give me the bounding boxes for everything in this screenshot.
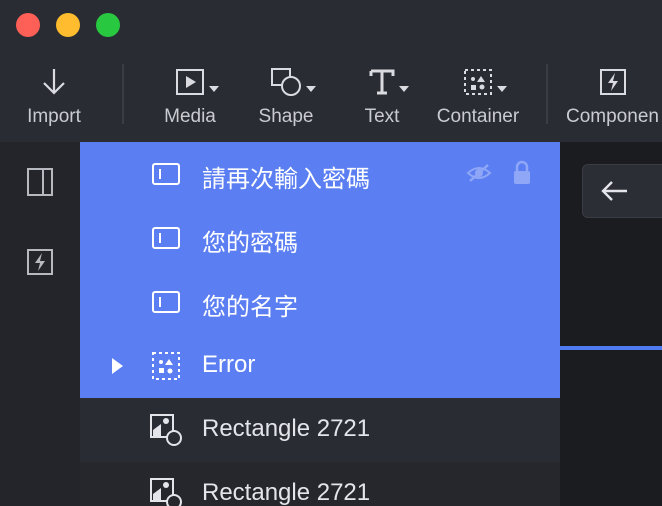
toolbar: Import Media Shape Text Container Compon…	[0, 52, 662, 143]
eye-slash-icon[interactable]	[466, 162, 492, 189]
close-window-button[interactable]	[16, 13, 40, 37]
component-label: Componen	[566, 106, 659, 127]
arrow-down-icon	[41, 64, 67, 100]
toolbar-divider	[546, 64, 548, 124]
layer-row[interactable]: 請再次輸入密碼	[80, 142, 560, 206]
chevron-down-icon	[497, 86, 507, 92]
image-shape-icon	[150, 478, 182, 506]
layer-row[interactable]: Error	[80, 334, 560, 398]
minimize-window-button[interactable]	[56, 13, 80, 37]
media-icon	[175, 64, 219, 100]
left-rail	[0, 142, 81, 506]
layer-name: Rectangle 2721	[202, 479, 371, 506]
image-shape-icon	[150, 414, 182, 446]
container-icon	[150, 350, 182, 382]
panel-layout-icon[interactable]	[24, 166, 56, 198]
media-button[interactable]: Media	[162, 64, 219, 130]
layer-name: 請再次輸入密碼	[202, 166, 370, 193]
shape-button[interactable]: Shape	[258, 64, 316, 130]
chevron-down-icon	[306, 86, 316, 92]
component-button[interactable]: Componen	[566, 64, 662, 130]
text-label: Text	[364, 106, 400, 127]
back-button[interactable]	[582, 164, 662, 218]
layer-name: 您的名字	[202, 294, 298, 321]
container-button[interactable]: Container	[436, 64, 520, 130]
layer-name: 您的密碼	[202, 230, 298, 257]
chevron-down-icon	[399, 86, 409, 92]
chevron-down-icon	[209, 86, 219, 92]
title-bar	[0, 0, 662, 52]
layers-panel: 請再次輸入密碼 您的密碼 您的名字 Error Rectangle 2721 R…	[80, 142, 560, 506]
arrow-left-icon	[599, 179, 629, 208]
selection-indicator	[560, 346, 662, 350]
media-label: Media	[164, 106, 216, 127]
lock-icon[interactable]	[512, 160, 532, 191]
layer-row[interactable]: Rectangle 2721	[80, 462, 560, 506]
text-button[interactable]: Text	[362, 64, 409, 130]
layer-name: Error	[202, 351, 256, 378]
layer-row[interactable]: Rectangle 2721	[80, 398, 560, 462]
expand-arrow-icon[interactable]	[112, 358, 123, 374]
import-label: Import	[27, 106, 81, 127]
shape-icon	[270, 64, 316, 100]
container-label: Container	[436, 106, 520, 127]
text-input-icon	[150, 286, 182, 318]
layer-row[interactable]: 您的密碼	[80, 206, 560, 270]
shape-label: Shape	[258, 106, 314, 127]
zoom-window-button[interactable]	[96, 13, 120, 37]
component-icon[interactable]	[24, 246, 56, 278]
text-input-icon	[150, 158, 182, 190]
toolbar-divider	[122, 64, 124, 124]
layer-name: Rectangle 2721	[202, 415, 371, 442]
text-icon	[369, 64, 409, 100]
layer-row[interactable]: 您的名字	[80, 270, 560, 334]
component-icon	[566, 64, 660, 100]
text-input-icon	[150, 222, 182, 254]
import-button[interactable]: Import	[24, 64, 84, 130]
right-panel	[560, 142, 662, 506]
container-icon	[463, 64, 507, 100]
